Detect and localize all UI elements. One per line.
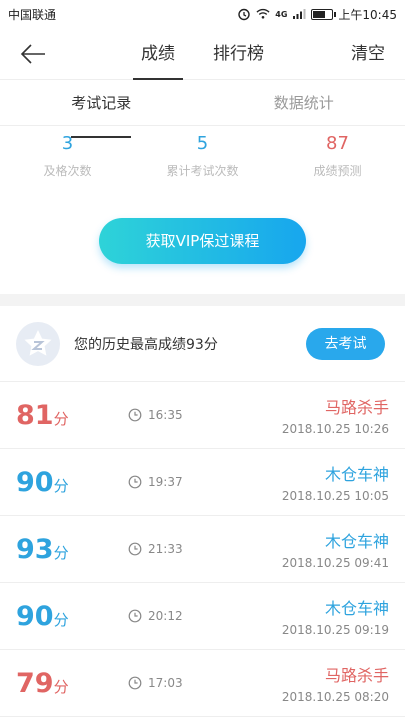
- record-row[interactable]: 93分 21:33 木仓车神 2018.10.25 09:41: [0, 516, 405, 583]
- best-score-row: 您的历史最高成绩93分 去考试: [0, 306, 405, 382]
- record-title: 马路杀手: [324, 666, 389, 685]
- score-unit: 分: [53, 677, 69, 696]
- nav-bar: 成绩 排行榜 清空: [0, 28, 405, 80]
- record-row[interactable]: 90分 20:12 木仓车神 2018.10.25 09:19: [0, 583, 405, 650]
- signal-icon: [292, 7, 306, 21]
- clock-icon: [128, 609, 142, 623]
- best-score-text: 您的历史最高成绩93分: [74, 336, 218, 353]
- duration-value: 20:12: [148, 609, 183, 623]
- duration-value: 21:33: [148, 542, 183, 556]
- tab-data-stats[interactable]: 数据统计: [203, 80, 405, 125]
- star-badge-icon: [16, 321, 60, 366]
- record-info: 马路杀手 2018.10.25 08:20: [248, 662, 405, 704]
- stat-label: 及格次数: [43, 164, 92, 178]
- stat-value: 87: [326, 133, 349, 154]
- record-datetime: 2018.10.25 09:19: [281, 623, 389, 637]
- status-icons: 4G 上午10:45: [237, 6, 397, 23]
- record-duration: 16:35: [128, 408, 248, 422]
- record-info: 木仓车神 2018.10.25 10:05: [248, 461, 405, 503]
- go-exam-button[interactable]: 去考试: [306, 327, 385, 360]
- clock-icon: [128, 676, 142, 690]
- tab-exam-records-label: 考试记录: [71, 80, 132, 138]
- record-datetime: 2018.10.25 09:41: [281, 556, 389, 570]
- record-row[interactable]: 81分 16:35 马路杀手 2018.10.25 10:26: [0, 382, 405, 449]
- record-score: 90分: [0, 601, 110, 632]
- record-info: 木仓车神 2018.10.25 09:19: [248, 595, 405, 637]
- nav-tabs: 成绩 排行榜: [0, 28, 405, 80]
- wifi-icon: [256, 7, 270, 21]
- record-score: 90分: [0, 467, 110, 498]
- alarm-icon: [237, 7, 251, 21]
- record-duration: 20:12: [128, 609, 248, 623]
- score-unit: 分: [53, 610, 69, 629]
- exam-record-list: 81分 16:35 马路杀手 2018.10.25 10:26 90分 19:3…: [0, 382, 405, 717]
- score-unit: 分: [53, 476, 69, 495]
- record-datetime: 2018.10.25 10:05: [281, 489, 389, 503]
- record-score: 93分: [0, 534, 110, 565]
- record-datetime: 2018.10.25 10:26: [281, 422, 389, 436]
- record-row[interactable]: 90分 19:37 木仓车神 2018.10.25 10:05: [0, 449, 405, 516]
- record-title: 木仓车神: [324, 599, 389, 618]
- sub-tabs: 考试记录 数据统计: [0, 80, 405, 138]
- score-value: 90: [16, 466, 54, 498]
- record-title: 马路杀手: [324, 398, 389, 417]
- score-value: 90: [16, 600, 54, 632]
- clock-icon: [128, 542, 142, 556]
- vip-section: 获取VIP保过课程: [0, 188, 405, 294]
- record-duration: 21:33: [128, 542, 248, 556]
- score-value: 79: [16, 667, 54, 699]
- stat-score-prediction: 87 成绩预测: [270, 132, 405, 188]
- clear-button[interactable]: 清空: [351, 28, 385, 80]
- duration-value: 17:03: [148, 676, 183, 690]
- record-row[interactable]: 79分 17:03 马路杀手 2018.10.25 08:20: [0, 650, 405, 717]
- stat-label: 成绩预测: [313, 164, 362, 178]
- stat-value: 5: [196, 133, 209, 154]
- section-divider: [0, 294, 405, 306]
- record-info: 马路杀手 2018.10.25 10:26: [248, 394, 405, 436]
- stat-label: 累计考试次数: [166, 164, 239, 178]
- clock-icon: [128, 408, 142, 422]
- status-bar: 中国联通 4G 上午10:45: [0, 0, 405, 28]
- record-duration: 19:37: [128, 475, 248, 489]
- network-type: 4G: [275, 9, 288, 19]
- tab-exam-records[interactable]: 考试记录: [0, 80, 203, 138]
- stat-pass-count: 3 及格次数: [0, 132, 135, 188]
- score-value: 81: [16, 399, 54, 431]
- record-title: 木仓车神: [324, 465, 389, 484]
- carrier-label: 中国联通: [8, 7, 57, 22]
- record-datetime: 2018.10.25 08:20: [281, 690, 389, 704]
- clock: 上午10:45: [338, 7, 397, 22]
- tab-data-stats-label: 数据统计: [273, 94, 334, 112]
- duration-value: 19:37: [148, 475, 183, 489]
- clock-icon: [128, 475, 142, 489]
- record-title: 木仓车神: [324, 532, 389, 551]
- tab-scores[interactable]: 成绩: [133, 28, 183, 80]
- duration-value: 16:35: [148, 408, 183, 422]
- score-unit: 分: [53, 409, 69, 428]
- record-score: 79分: [0, 668, 110, 699]
- record-score: 81分: [0, 400, 110, 431]
- battery-icon: [311, 8, 337, 20]
- tab-ranking[interactable]: 排行榜: [205, 28, 272, 80]
- score-value: 93: [16, 533, 54, 565]
- record-duration: 17:03: [128, 676, 248, 690]
- vip-course-button[interactable]: 获取VIP保过课程: [99, 218, 306, 264]
- stats-row: 3 及格次数 5 累计考试次数 87 成绩预测: [0, 126, 405, 188]
- stat-total-exams: 5 累计考试次数: [135, 132, 270, 188]
- record-info: 木仓车神 2018.10.25 09:41: [248, 528, 405, 570]
- score-unit: 分: [53, 543, 69, 562]
